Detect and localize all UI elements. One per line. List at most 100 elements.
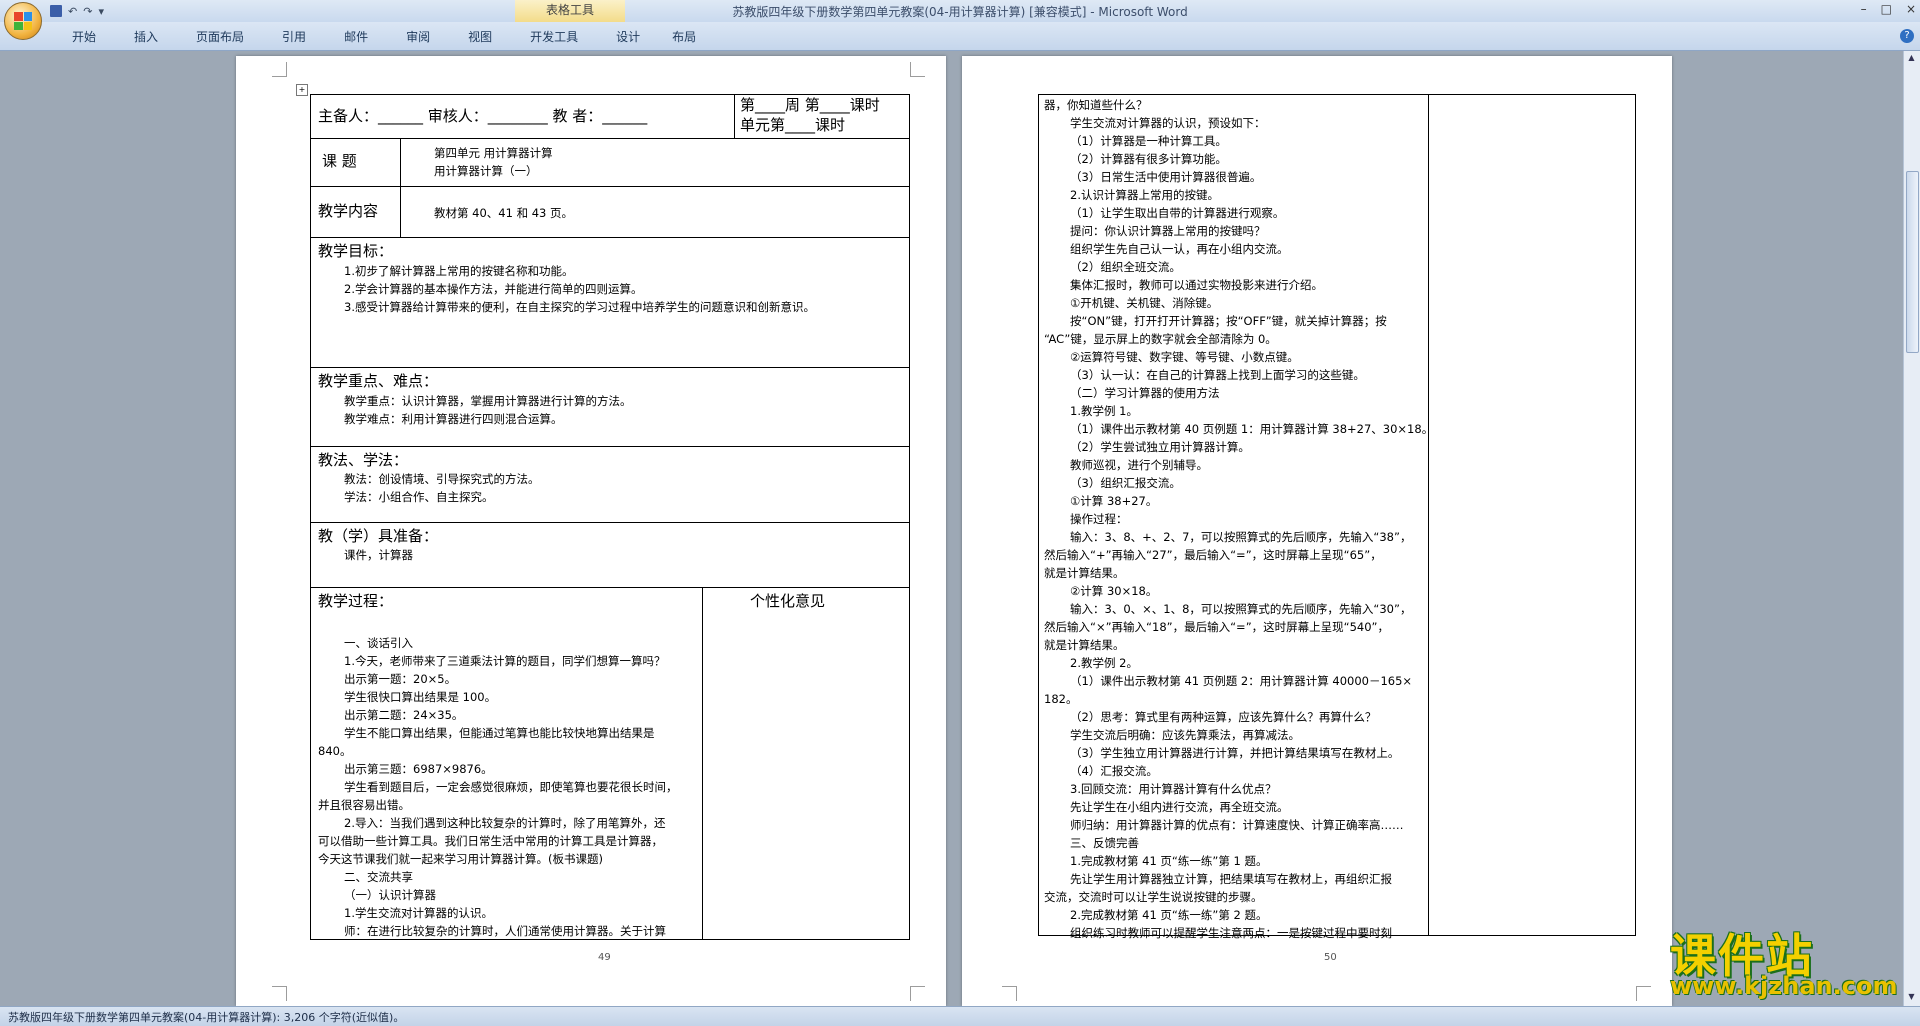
margin-mark [272,62,287,77]
help-icon[interactable]: ? [1900,29,1914,43]
process-line: 然后输入“+”再输入“27”，最后输入“=”，这时屏幕上呈现“65”， [1044,548,1382,562]
process-line: 今天这节课我们就一起来学习用计算器计算。(板书课题) [318,852,603,866]
lesson-label: 课 题 [322,152,357,170]
process-line: （2）思考：算式里有两种运算，应该先算什么？再算什么？ [1070,710,1377,724]
process-line: 并且很容易出错。 [318,798,410,812]
process-line: 学生很快口算出结果是 100。 [344,690,497,704]
personal-opinion-label: 个性化意见 [750,592,826,610]
process-line: 器，你知道些什么？ [1044,98,1148,112]
goal-item: 2.学会计算器的基本操作方法，并能进行简单的四则运算。 [344,282,643,296]
process-line: （2）组织全班交流。 [1070,260,1181,274]
office-button[interactable] [4,2,42,40]
title-bar: ↶ ↷ ▾ 表格工具 苏教版四年级下册数学第四单元教案(04-用计算器计算) [… [0,0,1920,40]
tab-page-layout[interactable]: 页面布局 [184,28,256,45]
page-number: 49 [598,952,611,963]
vertical-scrollbar[interactable]: ▲ ▼ [1903,51,1920,1006]
process-line: “AC”键，显示屏上的数字就会全部清除为 0。 [1044,332,1277,346]
goals-list: 1.初步了解计算器上常用的按键名称和功能。 2.学会计算器的基本操作方法，并能进… [344,262,815,316]
key-points-label: 教学重点、难点： [318,372,439,390]
process-line: 1.今天，老师带来了三道乘法计算的题目，同学们想算一算吗？ [344,654,666,668]
process-text-continued: 器，你知道些什么？ 学生交流对计算器的认识，预设如下： （1）计算器是一种计算工… [1044,96,1434,942]
process-line: 交流，交流时可以让学生说说按键的步骤。 [1044,890,1263,904]
scrollbar-thumb[interactable] [1906,171,1919,353]
process-line: （1）让学生取出自带的计算器进行观察。 [1070,206,1285,220]
tab-insert[interactable]: 插入 [122,28,170,45]
process-line: 840。 [318,744,352,758]
methods-label: 教法、学法： [318,451,409,469]
document-area: + 主备人：______ 审核人：________ 教 者：______ 第__… [0,51,1904,1006]
watermark-url: www.kjzhan.com [1670,972,1898,1000]
header-week-period: 第____周 第____课时 [740,96,880,114]
close-button[interactable]: × [1906,2,1916,16]
lesson-title-1: 第四单元 用计算器计算 [434,146,553,160]
process-line: ②计算 30×18。 [1070,584,1158,598]
process-line: 就是计算结果。 [1044,566,1125,580]
process-line: 集体汇报时，教师可以通过实物投影来进行介绍。 [1070,278,1323,292]
process-line: 2.完成教材第 41 页“练一练”第 2 题。 [1070,908,1268,922]
method-item: 教法：创设情境、引导探究式的方法。 [344,472,540,486]
window-title: 苏教版四年级下册数学第四单元教案(04-用计算器计算) [兼容模式] - Mic… [732,5,1188,19]
process-line: 输入：3、0、×、1、8，可以按照算式的先后顺序，先输入“30”， [1070,602,1412,616]
goal-item: 3.感受计算器给计算带来的便利，在自主探究的学习过程中培养学生的问题意识和创新意… [344,300,815,314]
status-bar: 苏教版四年级下册数学第四单元教案(04-用计算器计算): 3,206 个字符(近… [0,1006,1920,1026]
process-line: 一、谈话引入 [344,636,413,650]
process-line: 就是计算结果。 [1044,638,1125,652]
process-line: （1）课件出示教材第 40 页例题 1：用计算器计算 38+27、30×18。 [1070,422,1434,436]
process-line: ①计算 38+27。 [1070,494,1158,508]
margin-mark [1636,986,1651,1001]
process-line: （1）课件出示教材第 41 页例题 2：用计算器计算 40000－165× [1070,674,1413,688]
tab-table-design[interactable]: 设计 [604,28,652,45]
process-line: 先让学生用计算器独立计算，把结果填写在教材上，再组织汇报 [1070,872,1392,886]
page-49: + 主备人：______ 审核人：________ 教 者：______ 第__… [236,56,946,1006]
tab-developer[interactable]: 开发工具 [518,28,590,45]
process-line: 182。 [1044,692,1078,706]
key-point-item: 教学难点：利用计算器进行四则混合运算。 [344,412,563,426]
content-label: 教学内容 [318,202,379,220]
process-line: 输入：3、8、+、2、7，可以按照算式的先后顺序，先输入“38”， [1070,530,1412,544]
process-line: （3）认一认：在自己的计算器上找到上面学习的这些键。 [1070,368,1365,382]
process-line: （2）学生尝试独立用计算器计算。 [1070,440,1250,454]
process-line: （3）日常生活中使用计算器很普遍。 [1070,170,1262,184]
tab-review[interactable]: 审阅 [394,28,442,45]
goal-item: 1.初步了解计算器上常用的按键名称和功能。 [344,264,574,278]
process-line: 组织练习时教师可以提醒学生注意两点：一是按键过程中要时刻 [1070,926,1392,940]
table-move-handle-icon[interactable]: + [296,84,308,96]
tab-mailings[interactable]: 邮件 [332,28,380,45]
process-line: 出示第一题：20×5。 [344,672,457,686]
tab-view[interactable]: 视图 [456,28,504,45]
maximize-button[interactable]: □ [1881,2,1892,16]
process-line: 学生交流对计算器的认识，预设如下： [1070,116,1266,130]
process-line: 提问：你认识计算器上常用的按键吗？ [1070,224,1266,238]
process-line: （4）汇报交流。 [1070,764,1158,778]
page-50: 器，你知道些什么？ 学生交流对计算器的认识，预设如下： （1）计算器是一种计算工… [962,56,1672,1006]
process-text: 一、谈话引入 1.今天，老师带来了三道乘法计算的题目，同学们想算一算吗？ 出示第… [318,634,698,940]
ribbon-tabs-bar: 开始 插入 页面布局 引用 邮件 审阅 视图 开发工具 设计 布局 ? [0,22,1920,51]
process-line: ①开机键、关机键、消除键。 [1070,296,1219,310]
prep-text: 课件，计算器 [344,548,413,562]
process-line: 二、交流共享 [344,870,413,884]
scroll-up-icon[interactable]: ▲ [1906,53,1917,65]
process-line: 1.教学例 1。 [1070,404,1138,418]
process-line: 2.导入：当我们遇到这种比较复杂的计算时，除了用笔算外，还 [344,816,666,830]
process-line: 操作过程： [1070,512,1128,526]
header-staff-line: 主备人：______ 审核人：________ 教 者：______ [318,107,648,125]
tab-table-layout[interactable]: 布局 [660,28,708,45]
process-line: 出示第三题：6987×9876。 [344,762,493,776]
minimize-button[interactable]: – [1861,2,1867,16]
process-line: 师：在进行比较复杂的计算时，人们通常使用计算器。关于计算 [344,924,666,938]
tab-references[interactable]: 引用 [270,28,318,45]
window-controls: – □ × [1861,2,1916,16]
process-line: 按“ON”键，打开打开计算器；按“OFF”键，就关掉计算器；按 [1070,314,1387,328]
process-line: 师归纳：用计算器计算的优点有：计算速度快、计算正确率高…… [1070,818,1404,832]
key-points-list: 教学重点：认识计算器，掌握用计算器进行计算的方法。 教学难点：利用计算器进行四则… [344,392,632,428]
tab-home[interactable]: 开始 [60,28,108,45]
prep-label: 教（学）具准备： [318,527,439,545]
process-line: 学生看到题目后，一定会感觉很麻烦，即使笔算也要花很长时间， [344,780,678,794]
margin-mark [1002,986,1017,1001]
process-line: （1）计算器是一种计算工具。 [1070,134,1227,148]
process-line: 2.教学例 2。 [1070,656,1138,670]
margin-mark [910,986,925,1001]
watermark-logo: 课件站 www.kjzhan.com [1660,920,1910,1005]
process-line: 出示第二题：24×35。 [344,708,464,722]
process-line: 1.完成教材第 41 页“练一练”第 1 题。 [1070,854,1268,868]
